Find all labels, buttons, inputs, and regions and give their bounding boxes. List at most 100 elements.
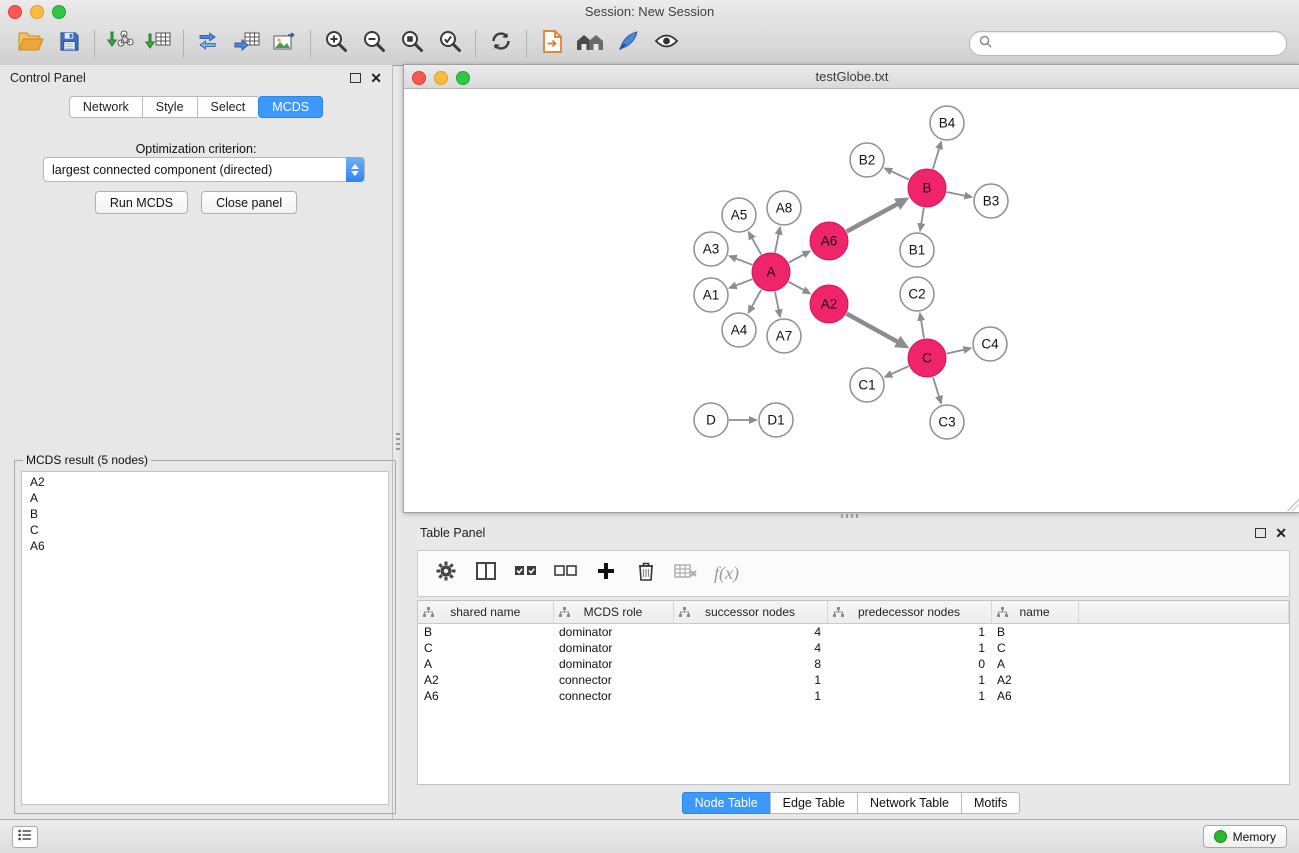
table-cell[interactable]: A2 xyxy=(991,672,1078,688)
table-cell[interactable]: dominator xyxy=(553,656,673,672)
network-node-A3[interactable]: A3 xyxy=(694,232,728,266)
open-file-button[interactable] xyxy=(12,27,50,61)
tab-network-table[interactable]: Network Table xyxy=(857,792,961,814)
network-edge-A-A6[interactable] xyxy=(789,250,812,262)
close-window-button[interactable] xyxy=(412,71,426,85)
network-edge-B-B4[interactable] xyxy=(933,140,943,169)
table-cell[interactable]: 1 xyxy=(827,640,991,656)
table-from-web-button[interactable] xyxy=(228,27,266,61)
network-node-B3[interactable]: B3 xyxy=(974,184,1008,218)
close-panel-icon[interactable]: ✕ xyxy=(1275,528,1287,538)
network-node-C2[interactable]: C2 xyxy=(900,277,934,311)
import-document-button[interactable] xyxy=(533,27,571,61)
network-edge-A-A8[interactable] xyxy=(775,226,783,253)
network-node-C1[interactable]: C1 xyxy=(850,368,884,402)
network-edge-A-A5[interactable] xyxy=(748,231,761,255)
table-cell[interactable]: B xyxy=(418,624,553,641)
network-node-B4[interactable]: B4 xyxy=(930,106,964,140)
zoom-in-button[interactable] xyxy=(317,27,355,61)
close-panel-icon[interactable]: ✕ xyxy=(370,73,382,83)
show-hide-button[interactable] xyxy=(647,27,685,61)
deselect-all-button[interactable] xyxy=(548,557,584,591)
search-field[interactable] xyxy=(969,31,1287,56)
network-node-A[interactable]: A xyxy=(752,253,790,291)
run-mcds-button[interactable]: Run MCDS xyxy=(95,191,188,214)
network-node-C[interactable]: C xyxy=(908,339,946,377)
horizontal-splitter[interactable] xyxy=(403,511,1299,520)
tab-motifs[interactable]: Motifs xyxy=(961,792,1020,814)
tab-mcds[interactable]: MCDS xyxy=(258,96,323,118)
table-cell[interactable]: A xyxy=(418,656,553,672)
table-cell[interactable]: C xyxy=(418,640,553,656)
float-panel-icon[interactable] xyxy=(350,73,361,83)
add-row-button[interactable] xyxy=(588,557,624,591)
mcds-result-list[interactable]: A2ABCA6 xyxy=(21,471,389,805)
criterion-select[interactable]: largest connected component (directed) xyxy=(43,157,365,182)
network-edge-C-C3[interactable] xyxy=(933,377,943,405)
table-settings-button[interactable] xyxy=(428,557,464,591)
import-network-button[interactable] xyxy=(101,27,139,61)
table-cell[interactable]: connector xyxy=(553,688,673,704)
network-edge-A-A7[interactable] xyxy=(775,292,783,319)
tab-node-table[interactable]: Node Table xyxy=(682,792,770,814)
network-node-D[interactable]: D xyxy=(694,403,728,437)
mcds-result-item[interactable]: C xyxy=(22,522,388,538)
table-cell[interactable]: 1 xyxy=(673,672,827,688)
column-visibility-button[interactable] xyxy=(468,557,504,591)
network-edge-A-A2[interactable] xyxy=(789,282,812,295)
memory-button[interactable]: Memory xyxy=(1203,825,1287,848)
network-node-C4[interactable]: C4 xyxy=(973,327,1007,361)
table-cell[interactable]: 1 xyxy=(673,688,827,704)
table-cell[interactable]: C xyxy=(991,640,1078,656)
table-cell[interactable]: A xyxy=(991,656,1078,672)
refresh-layout-button[interactable] xyxy=(482,27,520,61)
table-cell[interactable]: 1 xyxy=(827,624,991,641)
table-cell[interactable]: A6 xyxy=(991,688,1078,704)
mcds-result-item[interactable]: A xyxy=(22,490,388,506)
network-node-B[interactable]: B xyxy=(908,169,946,207)
mcds-result-item[interactable]: B xyxy=(22,506,388,522)
delete-table-button[interactable] xyxy=(668,557,704,591)
table-row[interactable]: A6connector11A6 xyxy=(418,688,1289,704)
zoom-window-button[interactable] xyxy=(456,71,470,85)
network-edge-A2-C[interactable] xyxy=(847,314,910,349)
table-row[interactable]: A2connector11A2 xyxy=(418,672,1289,688)
network-edge-A6-B[interactable] xyxy=(847,198,910,232)
tab-edge-table[interactable]: Edge Table xyxy=(770,792,857,814)
network-node-A6[interactable]: A6 xyxy=(810,222,848,260)
network-node-A7[interactable]: A7 xyxy=(767,319,801,353)
network-edge-B-B2[interactable] xyxy=(883,168,909,180)
network-node-A1[interactable]: A1 xyxy=(694,278,728,312)
table-row[interactable]: Bdominator41B xyxy=(418,624,1289,641)
table-cell[interactable]: connector xyxy=(553,672,673,688)
network-edge-A-A4[interactable] xyxy=(748,290,762,315)
tab-select[interactable]: Select xyxy=(197,96,259,118)
table-row[interactable]: Adominator80A xyxy=(418,656,1289,672)
network-node-B2[interactable]: B2 xyxy=(850,143,884,177)
network-edge-D-D1[interactable] xyxy=(729,416,758,424)
select-all-button[interactable] xyxy=(508,557,544,591)
table-row[interactable]: Cdominator41C xyxy=(418,640,1289,656)
network-edge-C-C4[interactable] xyxy=(947,346,973,354)
zoom-window-button[interactable] xyxy=(52,5,66,19)
vertical-splitter[interactable] xyxy=(393,65,403,820)
minimize-window-button[interactable] xyxy=(434,71,448,85)
mcds-result-item[interactable]: A6 xyxy=(22,538,388,554)
table-cell[interactable]: 1 xyxy=(827,672,991,688)
column-header-shared-name[interactable]: shared name xyxy=(418,601,553,624)
network-node-A8[interactable]: A8 xyxy=(767,191,801,225)
table-cell[interactable]: dominator xyxy=(553,624,673,641)
network-node-A5[interactable]: A5 xyxy=(722,198,756,232)
function-builder-button[interactable]: f(x) xyxy=(714,563,739,584)
delete-row-button[interactable] xyxy=(628,557,664,591)
save-session-button[interactable] xyxy=(50,27,88,61)
minimize-window-button[interactable] xyxy=(30,5,44,19)
table-cell[interactable]: A2 xyxy=(418,672,553,688)
network-node-A2[interactable]: A2 xyxy=(810,285,848,323)
table-cell[interactable]: 4 xyxy=(673,624,827,641)
zoom-out-button[interactable] xyxy=(355,27,393,61)
network-node-B1[interactable]: B1 xyxy=(900,233,934,267)
resize-grip[interactable] xyxy=(1287,499,1299,511)
search-input[interactable] xyxy=(997,36,1277,52)
zoom-selected-button[interactable] xyxy=(431,27,469,61)
